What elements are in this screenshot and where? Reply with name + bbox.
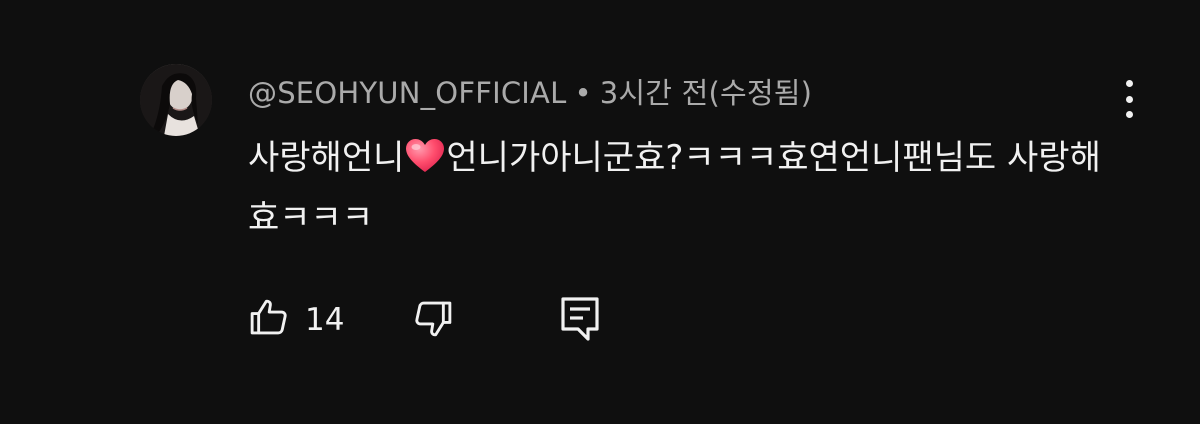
like-count: 14 bbox=[305, 302, 345, 338]
more-options-button[interactable] bbox=[1114, 80, 1144, 118]
comment-text: 사랑해언니 언니가아니군효?ㅋㅋㅋ효연언니팬님도 사랑해효ㅋㅋㅋ bbox=[248, 128, 1128, 248]
profile-photo-icon bbox=[140, 64, 212, 136]
reply-button[interactable] bbox=[558, 294, 602, 344]
more-vert-dot bbox=[1125, 95, 1133, 103]
more-vert-dot bbox=[1125, 111, 1133, 118]
like-button[interactable] bbox=[246, 294, 292, 340]
dislike-button[interactable] bbox=[410, 296, 456, 342]
comment-thread-item: @SEOHYUN_OFFICIAL • 3시간 전(수정됨) 사랑해언니 언니가아니… bbox=[0, 0, 1200, 424]
red-heart-emoji-icon bbox=[406, 139, 445, 172]
author-name[interactable]: @SEOHYUN_OFFICIAL bbox=[248, 76, 566, 110]
thumbs-up-icon bbox=[250, 299, 287, 335]
thumbs-down-icon bbox=[415, 301, 452, 337]
comment-header: @SEOHYUN_OFFICIAL • 3시간 전(수정됨) bbox=[248, 70, 812, 112]
comment-text-part1: 사랑해언니 bbox=[248, 138, 405, 178]
reply-comment-icon bbox=[561, 297, 599, 341]
more-vert-icon bbox=[1125, 80, 1133, 87]
separator-dot: • bbox=[574, 76, 592, 110]
comment-timestamp[interactable]: 3시간 전(수정됨) bbox=[600, 76, 812, 110]
avatar[interactable] bbox=[140, 64, 212, 136]
comment-action-bar: 14 bbox=[0, 290, 1200, 350]
